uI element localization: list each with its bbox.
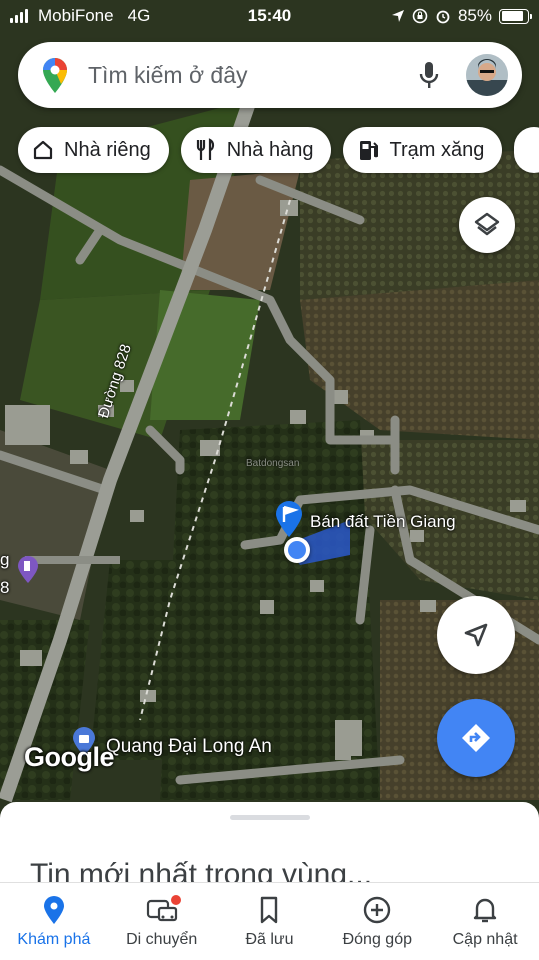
layers-button[interactable]: [459, 197, 515, 253]
gas-station-icon: [18, 556, 38, 583]
directions-button[interactable]: [437, 699, 515, 777]
battery-icon: [499, 8, 532, 24]
network-type: 4G: [127, 6, 151, 25]
google-attribution: Google: [24, 742, 115, 772]
avatar[interactable]: [466, 54, 508, 96]
explore-pin-icon: [43, 896, 64, 924]
bookmark-icon: [261, 896, 278, 924]
nav-label: Đã lưu: [245, 931, 294, 948]
category-chips: Nhà riêng Nhà hàng Trạm xăng: [18, 127, 539, 173]
edge-label-fragment-2: 8: [0, 578, 10, 597]
nav-contribute[interactable]: Đóng góp: [323, 883, 431, 960]
chip-restaurant[interactable]: Nhà hàng: [180, 127, 332, 173]
current-location-dot: [284, 537, 310, 563]
google-maps-logo-icon: [43, 58, 67, 93]
notification-dot: [170, 895, 181, 905]
flag-pin-icon: [276, 501, 302, 537]
gas-station-icon: [360, 141, 379, 160]
edge-label-fragment: g: [0, 550, 10, 569]
nav-updates[interactable]: Cập nhật: [431, 883, 539, 960]
chip-gas-station[interactable]: Trạm xăng: [343, 127, 503, 173]
chip-label: Trạm xăng: [389, 138, 485, 161]
nav-explore[interactable]: Khám phá: [0, 883, 108, 960]
chip-more[interactable]: [514, 127, 539, 173]
screen-lock-icon: [412, 8, 428, 24]
restaurant-icon: [196, 138, 214, 160]
drag-handle[interactable]: [230, 815, 310, 820]
bottom-navigation: Khám phá Di chuyển Đã lưu Đóng góp Cập n…: [0, 882, 539, 960]
pin-label[interactable]: Bán đất Tiền Giang: [310, 512, 456, 532]
add-circle-icon: [364, 896, 391, 924]
carrier-name: MobiFone: [38, 6, 114, 25]
signal-icon: [10, 9, 28, 23]
search-placeholder[interactable]: Tìm kiếm ở đây: [88, 62, 418, 89]
nav-label: Di chuyển: [126, 931, 198, 948]
search-bar[interactable]: Tìm kiếm ở đây: [18, 42, 522, 108]
gas-station-pin[interactable]: [16, 556, 40, 584]
place-label[interactable]: Quang Đại Long An: [106, 736, 272, 758]
navigation-arrow-icon: [464, 623, 488, 647]
nav-label: Đóng góp: [342, 931, 412, 948]
battery-percent: 85%: [457, 6, 492, 25]
location-arrow-icon: [391, 10, 404, 22]
nav-commute[interactable]: Di chuyển: [108, 883, 216, 960]
microphone-icon[interactable]: [418, 60, 440, 90]
status-bar: MobiFone 4G 15:40 85%: [0, 0, 539, 32]
profile-photo-icon: [466, 54, 508, 96]
watermark-label: Batdongsan: [246, 458, 300, 469]
nav-saved[interactable]: Đã lưu: [216, 883, 324, 960]
location-pin[interactable]: [274, 500, 304, 538]
layers-icon: [474, 212, 500, 236]
nav-label: Khám phá: [17, 931, 91, 948]
directions-icon: [462, 724, 490, 752]
chip-label: Nhà hàng: [226, 138, 314, 161]
bell-icon: [473, 898, 497, 923]
alarm-icon: [436, 10, 450, 24]
chip-label: Nhà riêng: [64, 138, 151, 161]
my-location-button[interactable]: [437, 596, 515, 674]
nav-label: Cập nhật: [452, 931, 518, 948]
chip-home[interactable]: Nhà riêng: [18, 127, 169, 173]
home-icon: [33, 140, 53, 160]
